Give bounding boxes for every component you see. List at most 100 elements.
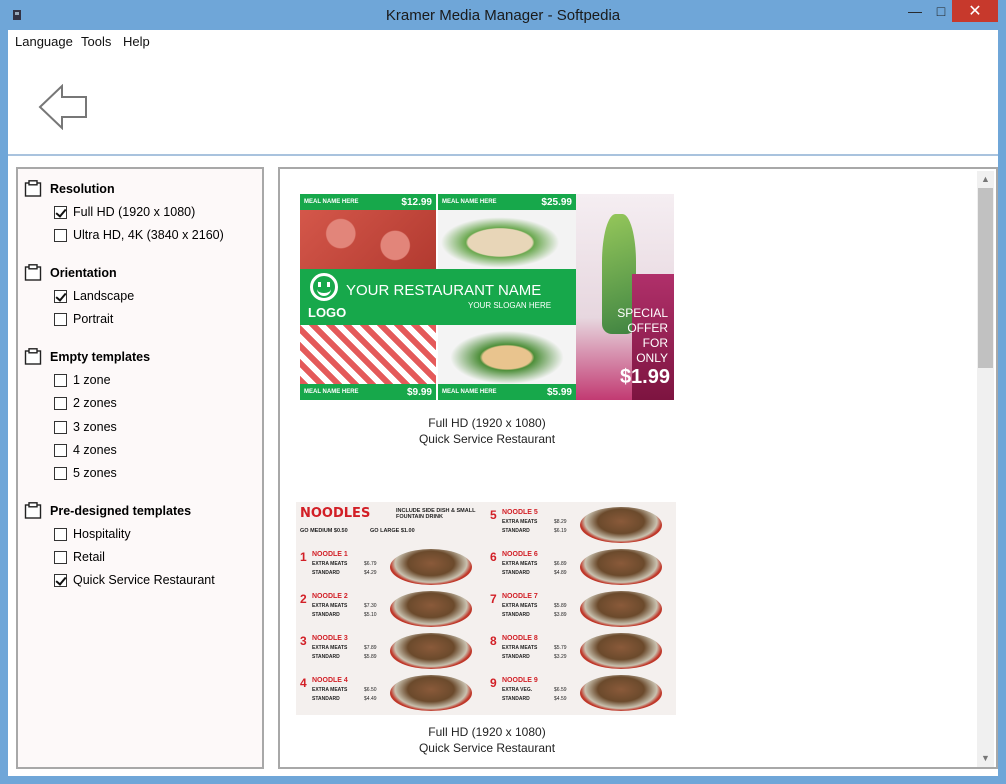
back-arrow-icon[interactable] (38, 84, 90, 130)
item-name: NOODLE 5 (502, 509, 538, 516)
scroll-down-arrow-icon[interactable]: ▼ (977, 750, 994, 767)
item-option: STANDARD (312, 654, 340, 660)
template-caption: Full HD (1920 x 1080) Quick Service Rest… (300, 724, 674, 756)
item-price: $5.79 (554, 645, 567, 651)
checkbox[interactable] (54, 443, 67, 457)
template-thumbnail-noodles[interactable]: NOODLES INCLUDE SIDE DISH & SMALL FOUNTA… (296, 502, 676, 715)
option-label: 3 zones (73, 420, 117, 434)
menu-language[interactable]: Language (15, 34, 73, 49)
item-option: STANDARD (312, 612, 340, 618)
option-ultra-hd[interactable]: Ultra HD, 4K (3840 x 2160) (54, 228, 224, 242)
minimize-button[interactable]: — (902, 0, 928, 22)
item-option: EXTRA MEATS (502, 645, 538, 651)
bowl-photo (580, 507, 662, 543)
clipboard-icon (24, 502, 42, 519)
item-name: NOODLE 1 (312, 551, 348, 558)
meal-price: $5.99 (546, 386, 572, 398)
filter-panel: Resolution Full HD (1920 x 1080) Ultra H… (16, 167, 264, 769)
item-price: $4.29 (364, 570, 377, 576)
item-price: $6.79 (364, 561, 377, 567)
item-name: NOODLE 6 (502, 551, 538, 558)
item-price: $6.59 (554, 687, 567, 693)
menu-item: 8 NOODLE 8 EXTRA MEATS $5.79 STANDARD $3.29 (486, 630, 676, 671)
maximize-button[interactable]: □ (928, 0, 954, 22)
menu-item: 3 NOODLE 3 EXTRA MEATS $7.89 STANDARD $5.89 (296, 630, 486, 671)
item-number: 8 (490, 634, 497, 648)
item-price: $6.89 (554, 561, 567, 567)
food-photo (300, 325, 436, 384)
food-photo (300, 210, 436, 269)
item-option: EXTRA MEATS (312, 603, 348, 609)
checkbox[interactable] (54, 289, 67, 303)
menu-tools[interactable]: Tools (81, 34, 111, 49)
checkbox[interactable] (54, 573, 67, 587)
item-price: $5.10 (364, 612, 377, 618)
item-option: STANDARD (312, 696, 340, 702)
checkbox[interactable] (54, 420, 67, 434)
offer-line: FOR (642, 336, 668, 350)
offer-line: SPECIAL (617, 306, 668, 320)
item-name: NOODLE 2 (312, 593, 348, 600)
menu-header: NOODLES (300, 506, 371, 521)
option-label: Quick Service Restaurant (73, 573, 215, 587)
checkbox[interactable] (54, 228, 67, 242)
option-hospitality[interactable]: Hospitality (54, 527, 131, 541)
menu-help[interactable]: Help (123, 34, 150, 49)
menu-column-left: NOODLES INCLUDE SIDE DISH & SMALL FOUNTA… (296, 502, 486, 715)
checkbox[interactable] (54, 312, 67, 326)
offer-line: OFFER (627, 321, 668, 335)
option-label: Retail (73, 550, 105, 564)
item-option: STANDARD (502, 570, 530, 576)
option-1-zone[interactable]: 1 zone (54, 373, 111, 387)
template-gallery: MEAL NAME HERE $12.99 MEAL NAME HERE $25.9… (278, 167, 998, 769)
vertical-scrollbar[interactable]: ▲ ▼ (977, 171, 994, 767)
item-price: $4.89 (554, 570, 567, 576)
option-label: Full HD (1920 x 1080) (73, 205, 196, 219)
option-3-zones[interactable]: 3 zones (54, 420, 117, 434)
option-label: 2 zones (73, 396, 117, 410)
group-orientation: Orientation (24, 264, 117, 281)
item-number: 6 (490, 550, 497, 564)
option-5-zones[interactable]: 5 zones (54, 466, 117, 480)
item-name: NOODLE 8 (502, 635, 538, 642)
option-label: 5 zones (73, 466, 117, 480)
option-label: Hospitality (73, 527, 131, 541)
checkbox[interactable] (54, 527, 67, 541)
option-retail[interactable]: Retail (54, 550, 105, 564)
option-label: 4 zones (73, 443, 117, 457)
bowl-photo (580, 633, 662, 669)
option-landscape[interactable]: Landscape (54, 289, 134, 303)
template-thumbnail-quick-service[interactable]: MEAL NAME HERE $12.99 MEAL NAME HERE $25.9… (300, 194, 674, 400)
title-bar[interactable]: Kramer Media Manager - Softpedia — □ ✕ (0, 0, 1006, 30)
bowl-photo (580, 549, 662, 585)
scroll-up-arrow-icon[interactable]: ▲ (977, 171, 994, 188)
option-full-hd[interactable]: Full HD (1920 x 1080) (54, 205, 195, 219)
item-option: STANDARD (312, 570, 340, 576)
item-number: 7 (490, 592, 497, 606)
option-2-zones[interactable]: 2 zones (54, 396, 117, 410)
group-empty-templates: Empty templates (24, 348, 150, 365)
option-portrait[interactable]: Portrait (54, 312, 113, 326)
menu-bar: Language Tools Help (8, 30, 998, 52)
scroll-thumb[interactable] (978, 188, 993, 368)
item-price: $6.19 (554, 528, 567, 534)
option-quick-service[interactable]: Quick Service Restaurant (54, 573, 215, 587)
bowl-photo (390, 633, 472, 669)
meal-label: MEAL NAME HERE (304, 199, 359, 205)
checkbox[interactable] (54, 205, 67, 219)
close-button[interactable]: ✕ (952, 0, 998, 22)
checkbox[interactable] (54, 550, 67, 564)
item-number: 5 (490, 508, 497, 522)
smiley-icon (310, 273, 338, 301)
option-4-zones[interactable]: 4 zones (54, 443, 117, 457)
menu-upsize: GO LARGE $1.00 (370, 528, 415, 534)
meal-label: MEAL NAME HERE (304, 389, 359, 395)
caption-category: Quick Service Restaurant (418, 432, 556, 446)
item-number: 9 (490, 676, 497, 690)
item-number: 3 (300, 634, 307, 648)
checkbox[interactable] (54, 466, 67, 480)
checkbox[interactable] (54, 373, 67, 387)
item-option: EXTRA MEATS (312, 645, 348, 651)
checkbox[interactable] (54, 396, 67, 410)
caption-resolution: Full HD (1920 x 1080) (428, 416, 546, 430)
